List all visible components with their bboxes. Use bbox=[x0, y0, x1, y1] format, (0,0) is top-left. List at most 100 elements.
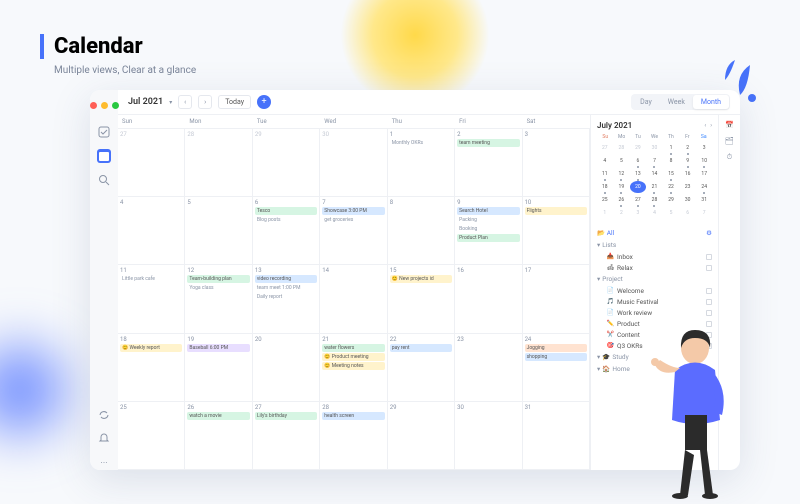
settings-icon[interactable]: ⚙ bbox=[706, 229, 712, 237]
day-cell[interactable]: 6TescoBlog posts bbox=[253, 197, 320, 264]
sync-icon[interactable] bbox=[97, 408, 111, 422]
month-title[interactable]: Jul 2021 bbox=[128, 97, 163, 107]
day-cell[interactable]: 12Team-building planYoga class bbox=[185, 265, 252, 332]
day-cell[interactable]: 19Baseball 6:00 PM bbox=[185, 334, 252, 401]
event-chip[interactable]: 😊 Meeting notes bbox=[322, 362, 384, 370]
day-cell[interactable]: 30 bbox=[320, 129, 387, 196]
event-chip[interactable]: shopping bbox=[525, 353, 587, 361]
event-chip[interactable]: Blog posts bbox=[255, 216, 317, 224]
list-item[interactable]: 📄Work review bbox=[597, 307, 712, 318]
day-cell[interactable]: 8 bbox=[388, 197, 455, 264]
event-chip[interactable]: water flowers bbox=[322, 344, 384, 352]
checkbox[interactable] bbox=[706, 310, 712, 316]
mini-prev[interactable]: ‹ bbox=[704, 122, 706, 129]
mini-day[interactable]: 14 bbox=[647, 168, 663, 180]
calendar-icon[interactable] bbox=[97, 149, 111, 163]
day-cell[interactable]: 26watch a movie bbox=[185, 402, 252, 469]
all-filter[interactable]: 📂 All⚙ bbox=[597, 227, 712, 239]
timer-small-icon[interactable]: ⏱ bbox=[727, 153, 732, 162]
event-chip[interactable]: Tesco bbox=[255, 207, 317, 215]
mini-day[interactable]: 6 bbox=[630, 155, 646, 167]
mini-day[interactable]: 5 bbox=[614, 155, 630, 167]
mini-day[interactable]: 12 bbox=[614, 168, 630, 180]
event-chip[interactable]: Product Plan bbox=[457, 234, 519, 242]
mini-day[interactable]: 30 bbox=[680, 194, 696, 206]
mini-day[interactable]: 22 bbox=[663, 181, 679, 193]
event-chip[interactable]: 😊 New projects id bbox=[390, 275, 452, 283]
event-chip[interactable]: pay rent bbox=[390, 344, 452, 352]
day-cell[interactable]: 27 bbox=[118, 129, 185, 196]
mini-day[interactable]: 18 bbox=[597, 181, 613, 193]
list-item[interactable]: 📄Welcome bbox=[597, 285, 712, 296]
mini-day[interactable]: 25 bbox=[597, 194, 613, 206]
calendar-small-icon[interactable]: 📅 bbox=[725, 121, 734, 129]
view-month[interactable]: Month bbox=[693, 95, 729, 109]
add-button[interactable]: + bbox=[257, 95, 271, 109]
event-chip[interactable]: 😊 Product meeting bbox=[322, 353, 384, 361]
mini-day[interactable]: 17 bbox=[696, 168, 712, 180]
event-chip[interactable]: watch a movie bbox=[187, 412, 249, 420]
more-icon[interactable]: ⋯ bbox=[97, 456, 111, 470]
mini-day[interactable]: 24 bbox=[696, 181, 712, 193]
event-chip[interactable]: Lily's birthday bbox=[255, 412, 317, 420]
mini-day[interactable]: 29 bbox=[663, 194, 679, 206]
mini-day[interactable]: 20 bbox=[630, 181, 646, 193]
day-cell[interactable]: 23 bbox=[455, 334, 522, 401]
day-cell[interactable]: 14 bbox=[320, 265, 387, 332]
event-chip[interactable]: Daily report bbox=[255, 293, 317, 301]
mini-day[interactable]: 9 bbox=[680, 155, 696, 167]
event-chip[interactable]: Baseball 6:00 PM bbox=[187, 344, 249, 352]
day-cell[interactable]: 1Monthly OKRs bbox=[388, 129, 455, 196]
day-cell[interactable]: 27Lily's birthday bbox=[253, 402, 320, 469]
mini-day[interactable]: 23 bbox=[680, 181, 696, 193]
mini-day[interactable]: 13 bbox=[630, 168, 646, 180]
checkbox[interactable] bbox=[706, 288, 712, 294]
day-cell[interactable]: 24Joggingshopping bbox=[523, 334, 590, 401]
day-cell[interactable]: 22pay rent bbox=[388, 334, 455, 401]
event-chip[interactable]: Booking bbox=[457, 225, 519, 233]
event-chip[interactable]: Yoga class bbox=[187, 284, 249, 292]
mini-day[interactable]: 2 bbox=[614, 207, 630, 219]
today-button[interactable]: Today bbox=[218, 95, 251, 109]
event-chip[interactable]: Search Hotel bbox=[457, 207, 519, 215]
event-chip[interactable]: video recording bbox=[255, 275, 317, 283]
view-week[interactable]: Week bbox=[660, 95, 693, 109]
event-chip[interactable]: health screen bbox=[322, 412, 384, 420]
checkbox[interactable] bbox=[706, 254, 712, 260]
list-item[interactable]: 📥Inbox bbox=[597, 251, 712, 262]
list-group[interactable]: ▾Lists bbox=[597, 239, 712, 251]
day-cell[interactable]: 17 bbox=[523, 265, 590, 332]
day-cell[interactable]: 28 bbox=[185, 129, 252, 196]
day-cell[interactable]: 2team meeting bbox=[455, 129, 522, 196]
day-cell[interactable]: 3 bbox=[523, 129, 590, 196]
mini-day[interactable]: 8 bbox=[663, 155, 679, 167]
mini-day[interactable]: 28 bbox=[647, 194, 663, 206]
day-cell[interactable]: 31 bbox=[523, 402, 590, 469]
mini-day[interactable]: 2 bbox=[680, 142, 696, 154]
event-chip[interactable]: get groceries bbox=[322, 216, 384, 224]
mini-day[interactable]: 30 bbox=[647, 142, 663, 154]
mini-day[interactable]: 26 bbox=[614, 194, 630, 206]
mini-day[interactable]: 7 bbox=[696, 207, 712, 219]
checkbox-icon[interactable] bbox=[97, 125, 111, 139]
mini-day[interactable]: 1 bbox=[663, 142, 679, 154]
inbox-small-icon[interactable]: 🗂 bbox=[725, 137, 734, 145]
day-cell[interactable]: 16 bbox=[455, 265, 522, 332]
event-chip[interactable]: team meet 1:00 PM bbox=[255, 284, 317, 292]
mini-day[interactable]: 5 bbox=[663, 207, 679, 219]
event-chip[interactable]: Monthly OKRs bbox=[390, 139, 452, 147]
day-cell[interactable]: 28health screen bbox=[320, 402, 387, 469]
day-cell[interactable]: 30 bbox=[455, 402, 522, 469]
mini-day[interactable]: 10 bbox=[696, 155, 712, 167]
day-cell[interactable]: 4 bbox=[118, 197, 185, 264]
event-chip[interactable]: Showcase 3:00 PM bbox=[322, 207, 384, 215]
mini-day[interactable]: 31 bbox=[696, 194, 712, 206]
mini-next[interactable]: › bbox=[710, 122, 712, 129]
event-chip[interactable]: Jogging bbox=[525, 344, 587, 352]
list-item[interactable]: 🎵Music Festival bbox=[597, 296, 712, 307]
day-cell[interactable]: 7Showcase 3:00 PMget groceries bbox=[320, 197, 387, 264]
bell-icon[interactable] bbox=[97, 432, 111, 446]
prev-button[interactable]: ‹ bbox=[178, 95, 192, 109]
day-cell[interactable]: 25 bbox=[118, 402, 185, 469]
search-icon[interactable] bbox=[97, 173, 111, 187]
